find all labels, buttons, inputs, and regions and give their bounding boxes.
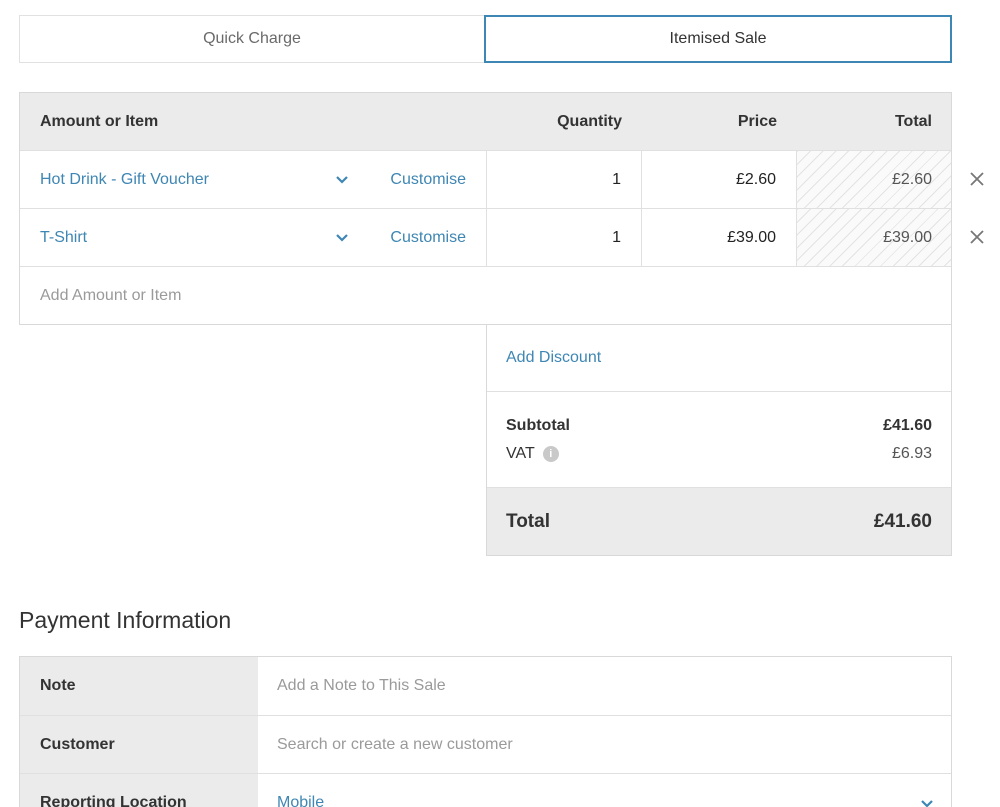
payment-section-title: Payment Information [19,607,232,633]
note-input[interactable]: Add a Note to This Sale [258,657,951,715]
customise-link[interactable]: Customise [390,171,466,189]
chevron-down-icon[interactable] [333,231,351,245]
customise-link[interactable]: Customise [390,229,466,247]
itemised-sale-page: Quick Charge Itemised Sale Amount or Ite… [0,0,1000,807]
header-quantity: Quantity [557,112,622,130]
header-price: Price [737,112,777,130]
item-cell: Hot Drink - Gift Voucher Customise [20,151,487,208]
table-row: Hot Drink - Gift Voucher Customise 1 £2.… [20,150,951,208]
grand-total: Total £41.60 [487,488,951,555]
vat-label-group: VAT i [506,445,559,463]
vat-line: VAT i £6.93 [506,440,932,468]
price-input[interactable]: £39.00 [642,209,797,266]
quantity-input[interactable]: 1 [487,151,642,208]
tab-itemised-sale[interactable]: Itemised Sale [484,15,952,63]
customer-search-input[interactable]: Search or create a new customer [258,716,951,773]
total-value: £41.60 [873,510,932,532]
chevron-down-icon[interactable] [333,173,351,187]
sale-mode-tabs: Quick Charge Itemised Sale [19,15,952,63]
items-table: Amount or Item Quantity Price Total Hot … [19,92,952,325]
quantity-input[interactable]: 1 [487,209,642,266]
payment-info-table: Note Add a Note to This Sale Customer Se… [19,656,952,807]
chevron-down-icon[interactable] [919,798,935,807]
subtotal-value: £41.60 [883,417,932,434]
header-item: Amount or Item [40,112,159,130]
subtotal-label: Subtotal [506,417,570,434]
tab-quick-charge[interactable]: Quick Charge [19,15,484,63]
note-row: Note Add a Note to This Sale [20,657,951,715]
add-item-row: Add Amount or Item [20,266,951,324]
header-total: Total [894,112,932,130]
item-name-link[interactable]: T-Shirt [40,229,87,247]
vat-value: £6.93 [891,445,932,462]
subtotal-line: Subtotal £41.60 [506,412,932,440]
table-header: Amount or Item Quantity Price Total [20,93,951,150]
location-row: Reporting Location Mobile [20,773,951,807]
location-value: Mobile [277,793,325,807]
item-cell: T-Shirt Customise [20,209,487,266]
subtotal-block: Subtotal £41.60 VAT i £6.93 [487,392,951,488]
item-name-link[interactable]: Hot Drink - Gift Voucher [40,171,209,189]
note-label: Note [20,657,258,715]
vat-label: VAT [506,445,535,462]
close-icon[interactable] [968,170,986,188]
close-icon[interactable] [968,228,986,246]
add-discount-link[interactable]: Add Discount [487,324,951,392]
info-icon[interactable]: i [542,446,559,462]
line-total: £39.00 [797,209,951,266]
location-select[interactable]: Mobile [258,774,951,807]
location-label: Reporting Location [20,774,258,807]
customer-row: Customer Search or create a new customer [20,715,951,773]
order-summary: Add Discount Subtotal £41.60 VAT i £6.93… [486,324,952,556]
price-input[interactable]: £2.60 [642,151,797,208]
table-row: T-Shirt Customise 1 £39.00 £39.00 [20,208,951,266]
customer-label: Customer [20,716,258,773]
add-item-input[interactable]: Add Amount or Item [20,267,181,324]
line-total: £2.60 [797,151,951,208]
total-label: Total [506,510,550,532]
